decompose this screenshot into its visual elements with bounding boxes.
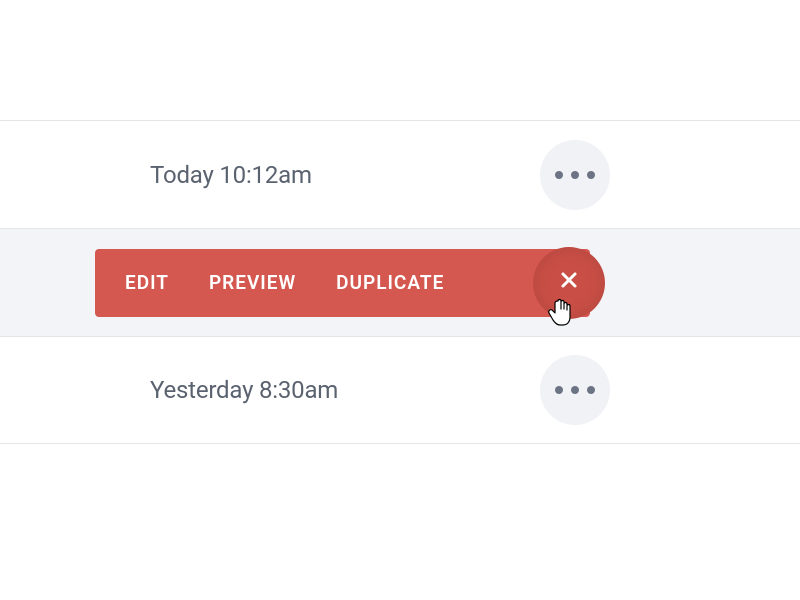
more-icon — [555, 386, 595, 394]
close-button[interactable] — [533, 247, 605, 319]
timestamp: Today 10:12am — [150, 161, 312, 189]
preview-button[interactable]: PREVIEW — [209, 271, 296, 294]
duplicate-button[interactable]: DUPLICATE — [336, 271, 444, 294]
list-item: EDIT PREVIEW DUPLICATE — [0, 228, 800, 336]
more-icon — [555, 171, 595, 179]
close-icon — [560, 271, 578, 294]
edit-button[interactable]: EDIT — [125, 271, 169, 294]
more-button[interactable] — [540, 140, 610, 210]
action-bar: EDIT PREVIEW DUPLICATE — [95, 249, 590, 317]
timestamp: Yesterday 8:30am — [150, 376, 338, 404]
list-item: Yesterday 8:30am — [0, 336, 800, 444]
item-list: Today 10:12am EDIT PREVIEW DUPLICATE — [0, 120, 800, 444]
list-item: Today 10:12am — [0, 120, 800, 228]
more-button[interactable] — [540, 355, 610, 425]
